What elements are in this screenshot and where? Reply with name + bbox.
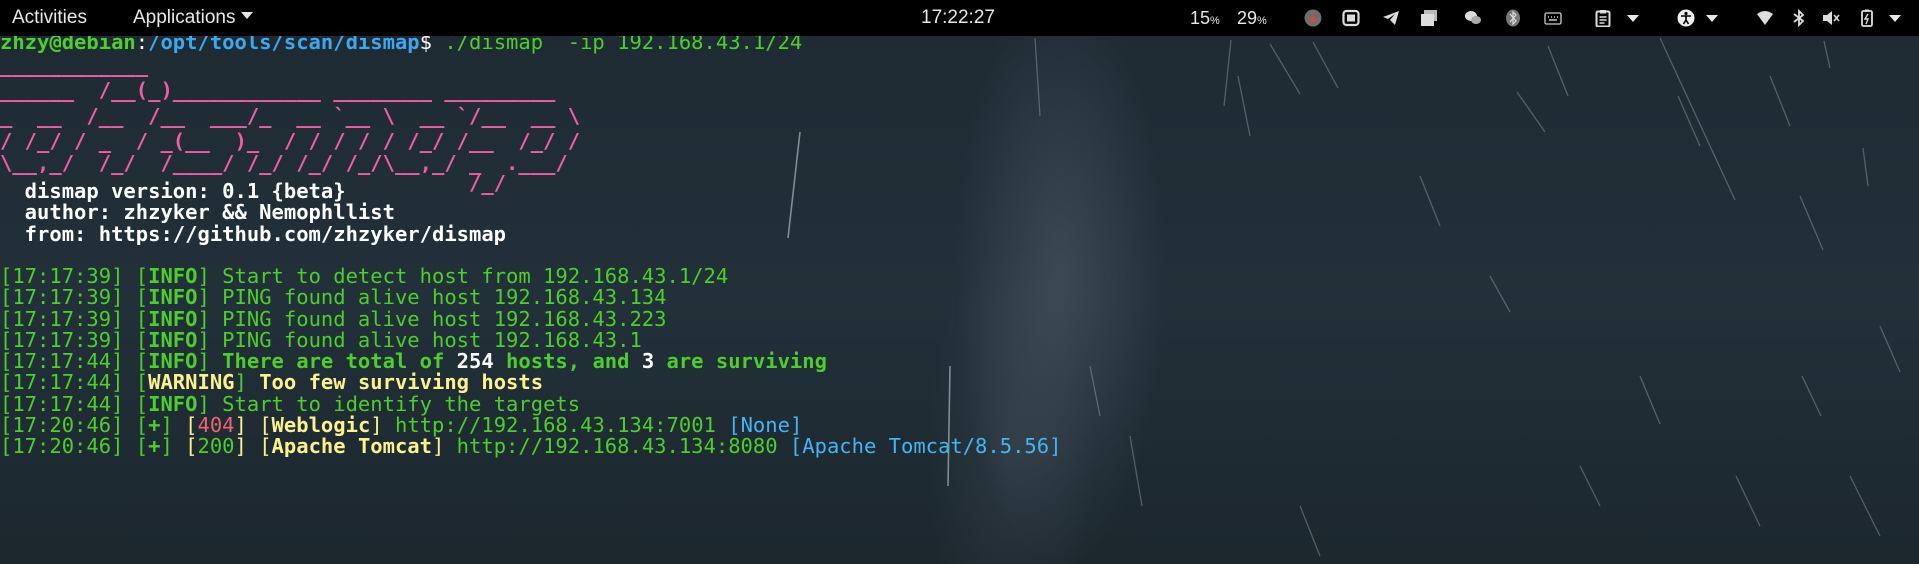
result-line: [17:20:46] [+] [200] [Apache Tomcat] htt… bbox=[0, 434, 1062, 458]
chevron-down-icon bbox=[241, 12, 254, 20]
prompt-command: ./dismap -ip 192.168.43.1/24 bbox=[431, 36, 803, 54]
prompt-symbol: $ bbox=[419, 36, 432, 54]
log-message-part: are surviving bbox=[654, 349, 827, 373]
top-bar: Activities Applications 17:22:27 15% 29% bbox=[0, 0, 1919, 36]
accessibility-chevron-icon[interactable] bbox=[1706, 15, 1718, 22]
memory-usage[interactable]: 29% bbox=[1237, 0, 1267, 36]
activities-button[interactable]: Activities bbox=[12, 0, 87, 36]
cpu-percent: % bbox=[1210, 15, 1220, 27]
result-plus: + bbox=[148, 434, 161, 458]
terminal-window[interactable]: zhzy@debian:/opt/tools/scan/dismap$ ./di… bbox=[0, 36, 1919, 564]
banner-line: ____________ bbox=[0, 53, 149, 77]
wechat-icon[interactable] bbox=[1464, 9, 1482, 27]
from-line: from: https://github.com/zhzyker/dismap bbox=[0, 222, 507, 246]
service-name: Apache Tomcat bbox=[271, 434, 432, 458]
mem-value: 29 bbox=[1237, 8, 1258, 28]
system-menu-chevron-icon[interactable] bbox=[1889, 15, 1901, 22]
cpu-usage[interactable]: 15% bbox=[1190, 0, 1220, 36]
applications-menu[interactable]: Applications bbox=[133, 0, 254, 36]
log-time: [17:20:46] bbox=[0, 434, 124, 458]
bluetooth-app-icon[interactable] bbox=[1504, 9, 1522, 27]
battery-icon[interactable] bbox=[1858, 9, 1876, 27]
banner-line: _ __ /__ /__ ___/_ __ `__ \ __ `/__ __ \ bbox=[0, 104, 581, 128]
service-detail: Apache Tomcat/8.5.56 bbox=[802, 434, 1050, 458]
keyboard-icon[interactable] bbox=[1544, 9, 1562, 27]
app-icon[interactable] bbox=[1304, 9, 1322, 27]
telegram-icon[interactable] bbox=[1382, 9, 1400, 27]
prompt-path: /opt/tools/scan/dismap bbox=[148, 36, 420, 54]
clipboard-icon[interactable] bbox=[1594, 9, 1612, 27]
volume-icon[interactable] bbox=[1822, 9, 1840, 27]
status-code: 200 bbox=[197, 434, 235, 458]
accessibility-icon[interactable] bbox=[1677, 9, 1695, 27]
applications-label: Applications bbox=[133, 7, 236, 28]
bluetooth-icon[interactable] bbox=[1790, 9, 1808, 27]
mem-percent: % bbox=[1257, 15, 1267, 27]
banner-line: ______ /__(_)____________ ________ _____… bbox=[0, 78, 556, 102]
result-url: http://192.168.43.134:8080 bbox=[444, 434, 790, 458]
wifi-icon[interactable] bbox=[1756, 9, 1774, 27]
surviving-hosts-count: 3 bbox=[641, 349, 655, 373]
files-icon[interactable] bbox=[1420, 9, 1438, 27]
clock[interactable]: 17:22:27 bbox=[921, 0, 995, 36]
clipboard-menu-chevron-icon[interactable] bbox=[1627, 15, 1639, 22]
cpu-value: 15 bbox=[1190, 8, 1211, 28]
window-icon[interactable] bbox=[1342, 9, 1360, 27]
